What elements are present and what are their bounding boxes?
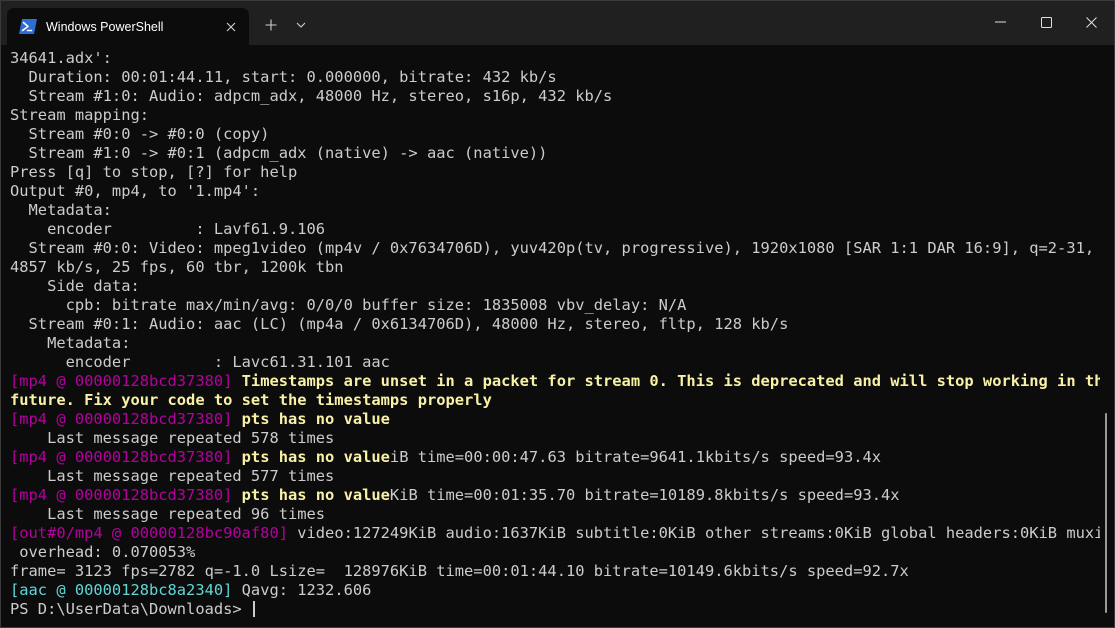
terminal-line: Stream mapping:: [10, 106, 1100, 125]
log-tag: [aac @ 00000128bc8a2340]: [10, 581, 233, 599]
log-text: Timestamps are unset in a packet for str…: [232, 372, 1100, 390]
log-tag: [mp4 @ 00000128bcd37380]: [10, 372, 233, 390]
prompt-line[interactable]: PS D:\UserData\Downloads>: [10, 600, 1100, 619]
log-text: Metadata:: [10, 201, 112, 219]
chevron-down-icon: [296, 22, 306, 28]
maximize-button[interactable]: [1023, 5, 1069, 39]
log-text: Last message repeated 578 times: [10, 429, 335, 447]
log-text: Qavg: 1232.606: [232, 581, 372, 599]
progress-text: iB time=00:00:47.63 bitrate=9641.1kbits/…: [389, 448, 882, 466]
plus-icon: [265, 19, 277, 31]
terminal-line: future. Fix your code to set the timesta…: [10, 391, 1100, 410]
log-text: future. Fix your code to set the timesta…: [10, 391, 492, 409]
powershell-icon: [18, 18, 38, 35]
terminal-line: [mp4 @ 00000128bcd37380] pts has no valu…: [10, 410, 1100, 429]
terminal-line: Stream #0:1: Audio: aac (LC) (mp4a / 0x6…: [10, 315, 1100, 334]
log-text: Press [q] to stop, [?] for help: [10, 163, 298, 181]
terminal-line: Side data:: [10, 277, 1100, 296]
terminal-line: frame= 3123 fps=2782 q=-1.0 Lsize= 12897…: [10, 562, 1100, 581]
log-text: overhead: 0.070053%: [10, 543, 196, 561]
text-cursor: [252, 601, 255, 617]
profile-dropdown-button[interactable]: [292, 15, 310, 35]
log-tag: [mp4 @ 00000128bcd37380]: [10, 486, 233, 504]
terminal-line: Last message repeated 96 times: [10, 505, 1100, 524]
terminal-line: Stream #0:0: Video: mpeg1video (mp4v / 0…: [10, 239, 1100, 258]
log-text: Metadata:: [10, 334, 131, 352]
terminal-line: 4857 kb/s, 25 fps, 60 tbr, 1200k tbn: [10, 258, 1100, 277]
terminal-line: Stream #1:0 -> #0:1 (adpcm_adx (native) …: [10, 144, 1100, 163]
log-text: Last message repeated 96 times: [10, 505, 326, 523]
terminal-line: Stream #0:0 -> #0:0 (copy): [10, 125, 1100, 144]
close-tab-icon[interactable]: [223, 19, 239, 35]
terminal-line: overhead: 0.070053%: [10, 543, 1100, 562]
terminal-line: Last message repeated 577 times: [10, 467, 1100, 486]
terminal-line: Last message repeated 578 times: [10, 429, 1100, 448]
terminal-line: cpb: bitrate max/min/avg: 0/0/0 buffer s…: [10, 296, 1100, 315]
close-window-button[interactable]: [1068, 5, 1114, 39]
progress-text: KiB time=00:01:35.70 bitrate=10189.8kbit…: [389, 486, 900, 504]
terminal-line: [mp4 @ 00000128bcd37380] Timestamps are …: [10, 372, 1100, 391]
terminal-line: Stream #1:0: Audio: adpcm_adx, 48000 Hz,…: [10, 87, 1100, 106]
terminal-line: [mp4 @ 00000128bcd37380] pts has no valu…: [10, 448, 1100, 467]
log-text: Stream #1:0 -> #0:1 (adpcm_adx (native) …: [10, 144, 548, 162]
terminal-line: Output #0, mp4, to '1.mp4':: [10, 182, 1100, 201]
log-text: Stream mapping:: [10, 106, 149, 124]
minimize-icon: [994, 21, 1006, 23]
log-text: Last message repeated 577 times: [10, 467, 335, 485]
terminal-line: Metadata:: [10, 201, 1100, 220]
scrollbar[interactable]: [1105, 413, 1107, 613]
tab-windows-powershell[interactable]: Windows PowerShell: [7, 8, 249, 45]
terminal-line: 34641.adx':: [10, 49, 1100, 68]
minimize-button[interactable]: [977, 5, 1023, 39]
terminal-line: encoder : Lavc61.31.101 aac: [10, 353, 1100, 372]
log-text: encoder : Lavc61.31.101 aac: [10, 353, 390, 371]
log-text: encoder : Lavf61.9.106: [10, 220, 326, 238]
maximize-icon: [1040, 16, 1052, 28]
tab-title: Windows PowerShell: [46, 19, 164, 34]
log-text: frame= 3123 fps=2782 q=-1.0 Lsize= 12897…: [10, 562, 909, 580]
new-tab-button[interactable]: [261, 15, 281, 35]
log-text: Duration: 00:01:44.11, start: 0.000000, …: [10, 68, 557, 86]
log-text: Stream #1:0: Audio: adpcm_adx, 48000 Hz,…: [10, 87, 613, 105]
terminal-line: Metadata:: [10, 334, 1100, 353]
log-text: pts has no value: [232, 486, 390, 504]
log-text: video:127249KiB audio:1637KiB subtitle:0…: [287, 524, 1100, 542]
terminal-line: Duration: 00:01:44.11, start: 0.000000, …: [10, 68, 1100, 87]
terminal-output[interactable]: 34641.adx': Duration: 00:01:44.11, start…: [10, 49, 1100, 627]
terminal-line: Press [q] to stop, [?] for help: [10, 163, 1100, 182]
prompt-text: PS D:\UserData\Downloads>: [10, 600, 251, 618]
log-text: Output #0, mp4, to '1.mp4':: [10, 182, 261, 200]
log-tag: [mp4 @ 00000128bcd37380]: [10, 410, 233, 428]
title-bar: Windows PowerShell: [1, 1, 1114, 45]
terminal-line: [mp4 @ 00000128bcd37380] pts has no valu…: [10, 486, 1100, 505]
log-text: Stream #0:0 -> #0:0 (copy): [10, 125, 270, 143]
log-text: 34641.adx':: [10, 49, 112, 67]
log-text: pts has no value: [232, 448, 390, 466]
log-text: cpb: bitrate max/min/avg: 0/0/0 buffer s…: [10, 296, 687, 314]
terminal-line: [aac @ 00000128bc8a2340] Qavg: 1232.606: [10, 581, 1100, 600]
terminal-line: encoder : Lavf61.9.106: [10, 220, 1100, 239]
log-text: Stream #0:0: Video: mpeg1video (mp4v / 0…: [10, 239, 1100, 257]
log-tag: [mp4 @ 00000128bcd37380]: [10, 448, 233, 466]
log-tag: [out#0/mp4 @ 00000128bc90af80]: [10, 524, 288, 542]
log-text: pts has no value: [232, 410, 390, 428]
close-icon: [1085, 16, 1097, 28]
terminal-line: [out#0/mp4 @ 00000128bc90af80] video:127…: [10, 524, 1100, 543]
log-text: 4857 kb/s, 25 fps, 60 tbr, 1200k tbn: [10, 258, 344, 276]
log-text: Side data:: [10, 277, 140, 295]
log-text: Stream #0:1: Audio: aac (LC) (mp4a / 0x6…: [10, 315, 789, 333]
terminal-window: Windows PowerShell 34641.adx': Duration:…: [0, 0, 1115, 628]
